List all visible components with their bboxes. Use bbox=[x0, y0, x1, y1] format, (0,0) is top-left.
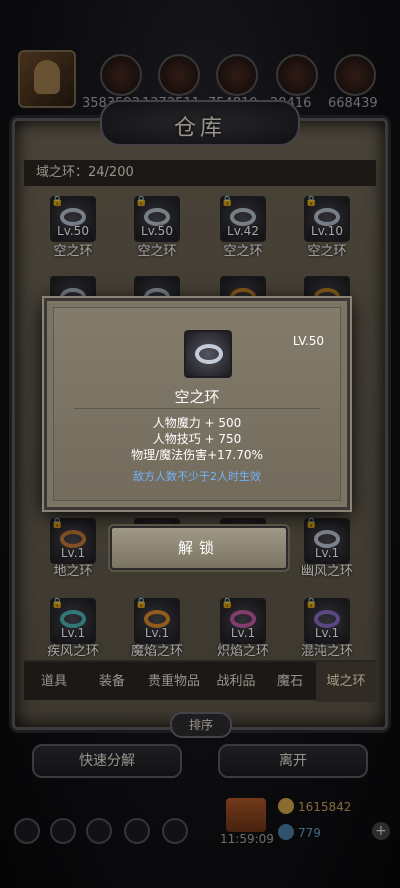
popup-body: LV.50 空之环 人物魔力 + 500 人物技巧 + 750 物理/魔法伤害+… bbox=[53, 307, 341, 501]
popup-stat: 人物魔力 + 500 bbox=[152, 416, 242, 430]
popup-divider bbox=[74, 408, 320, 409]
unlock-button[interactable]: 解锁 bbox=[110, 526, 288, 570]
popup-stat: 人物技巧 + 750 bbox=[152, 432, 242, 446]
popup-stat: 物理/魔法伤害+17.70% bbox=[131, 448, 263, 462]
popup-condition: 敌方人数不少于2人时生效 bbox=[133, 470, 261, 483]
item-detail-popup: LV.50 空之环 人物魔力 + 500 人物技巧 + 750 物理/魔法伤害+… bbox=[44, 298, 350, 510]
ring-icon bbox=[184, 330, 232, 378]
ring-shape bbox=[195, 344, 223, 364]
popup-level: LV.50 bbox=[292, 334, 324, 348]
popup-item-name: 空之环 bbox=[174, 388, 220, 406]
